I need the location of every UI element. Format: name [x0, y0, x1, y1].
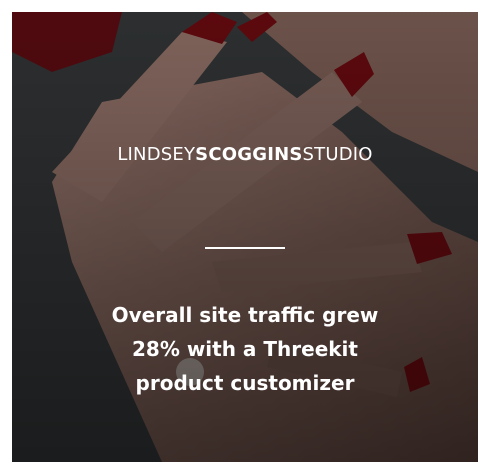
logo-part-scoggins: SCOGGINS	[195, 144, 303, 165]
headline-line-3: product customizer	[135, 371, 355, 395]
promo-card[interactable]: LINDSEYSCOGGINSSTUDIO Overall site traff…	[12, 12, 478, 462]
headline-line-2: 28% with a Threekit	[132, 337, 358, 361]
headline-line-1: Overall site traffic grew	[111, 303, 379, 327]
logo-part-lindsey: LINDSEY	[117, 144, 196, 165]
studio-logo: LINDSEYSCOGGINSSTUDIO	[12, 144, 478, 165]
divider	[205, 247, 285, 249]
headline: Overall site traffic grew 28% with a Thr…	[52, 298, 438, 400]
logo-part-studio: STUDIO	[302, 144, 373, 165]
